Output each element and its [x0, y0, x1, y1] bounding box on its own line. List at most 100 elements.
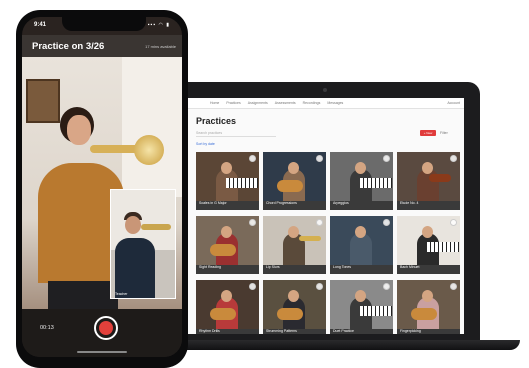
- status-time: 9:41: [34, 22, 47, 28]
- time-available: 17 mins available: [145, 44, 176, 49]
- phone-header: Practice on 3/26 17 mins available: [22, 35, 182, 57]
- nav-messages[interactable]: Messages: [327, 101, 343, 105]
- card-caption: Long Tones: [330, 265, 393, 274]
- card-caption: Lip Slurs: [263, 265, 326, 274]
- nav-account[interactable]: Account: [447, 101, 460, 105]
- teacher-body: [115, 238, 155, 298]
- practice-card[interactable]: Bach Minuet: [397, 216, 460, 274]
- student-head: [422, 162, 433, 174]
- practice-thumbnail: [263, 280, 326, 329]
- practice-card[interactable]: Sight Reading: [196, 216, 259, 274]
- practice-card[interactable]: Rhythm Drills: [196, 280, 259, 334]
- practice-card[interactable]: Lip Slurs: [263, 216, 326, 274]
- page-title: Practices: [196, 116, 237, 126]
- practice-card[interactable]: Strumming Patterns: [263, 280, 326, 334]
- select-checkbox[interactable]: [316, 283, 323, 290]
- practice-card[interactable]: Etude No. 4: [397, 152, 460, 210]
- select-checkbox[interactable]: [316, 219, 323, 226]
- phone-screen: 9:41 ▪▪▪ ◠ ▮ Practice on 3/26 17 mins av…: [22, 17, 182, 357]
- status-icons: ▪▪▪ ◠ ▮: [147, 22, 170, 28]
- sort-link[interactable]: Sort by date: [196, 142, 215, 146]
- student-head: [221, 226, 232, 238]
- new-practice-button[interactable]: + New: [420, 130, 436, 136]
- search-input[interactable]: Search practices: [196, 130, 276, 137]
- select-checkbox[interactable]: [383, 219, 390, 226]
- nav-assessments[interactable]: Assessments: [275, 101, 296, 105]
- guitar-icon: [277, 308, 303, 320]
- recording-controls: 00:13: [22, 309, 182, 357]
- student-head: [355, 226, 366, 238]
- select-checkbox[interactable]: [249, 155, 256, 162]
- card-caption: Scales in G Major: [196, 201, 259, 210]
- student-head: [221, 290, 232, 302]
- player-face: [67, 115, 91, 145]
- card-caption: Rhythm Drills: [196, 329, 259, 334]
- violin-icon: [429, 174, 451, 182]
- laptop-camera: [323, 88, 327, 92]
- nav-assignments[interactable]: Assignments: [248, 101, 268, 105]
- card-caption: Etude No. 4: [397, 201, 460, 210]
- practice-title: Practice on 3/26: [32, 41, 105, 52]
- teacher-video-pip[interactable]: Teacher: [110, 189, 176, 299]
- card-caption: Fingerpicking: [397, 329, 460, 334]
- piano-icon: [427, 242, 459, 252]
- select-checkbox[interactable]: [450, 155, 457, 162]
- select-checkbox[interactable]: [316, 155, 323, 162]
- select-checkbox[interactable]: [383, 283, 390, 290]
- piano-icon: [226, 178, 258, 188]
- home-indicator[interactable]: [77, 351, 127, 353]
- trumpet: [90, 145, 140, 153]
- student-head: [422, 290, 433, 302]
- student-head: [288, 162, 299, 174]
- practice-card[interactable]: Long Tones: [330, 216, 393, 274]
- select-checkbox[interactable]: [450, 219, 457, 226]
- piano-icon: [360, 306, 392, 316]
- student-head: [355, 290, 366, 302]
- record-icon: [99, 321, 113, 335]
- app-nav-bar: Home Practices Assignments Assessments R…: [188, 98, 464, 109]
- card-caption: Arpeggios: [330, 201, 393, 210]
- practice-thumbnail: [263, 216, 326, 265]
- practice-card[interactable]: Scales in G Major: [196, 152, 259, 210]
- practice-thumbnail: [397, 216, 460, 265]
- card-caption: Strumming Patterns: [263, 329, 326, 334]
- guitar-icon: [277, 180, 303, 192]
- practice-card[interactable]: Chord Progressions: [263, 152, 326, 210]
- practice-thumbnail: [196, 280, 259, 329]
- teacher-trumpet: [141, 224, 171, 230]
- trumpet-icon: [299, 236, 321, 241]
- practice-thumbnail: [397, 152, 460, 201]
- guitar-icon: [210, 244, 236, 256]
- phone-notch: [62, 17, 146, 31]
- practice-card[interactable]: Arpeggios: [330, 152, 393, 210]
- practice-card[interactable]: Fingerpicking: [397, 280, 460, 334]
- nav-practices[interactable]: Practices: [226, 101, 240, 105]
- practice-thumbnail: [263, 152, 326, 201]
- student-head: [221, 162, 232, 174]
- recording-timer: 00:13: [40, 325, 54, 331]
- student-head: [288, 290, 299, 302]
- card-caption: Duet Practice: [330, 329, 393, 334]
- select-checkbox[interactable]: [249, 283, 256, 290]
- card-caption: Sight Reading: [196, 265, 259, 274]
- student-head: [422, 226, 433, 238]
- student-head: [288, 226, 299, 238]
- student-head: [355, 162, 366, 174]
- nav-home[interactable]: Home: [210, 101, 219, 105]
- nav-recordings[interactable]: Recordings: [303, 101, 321, 105]
- select-checkbox[interactable]: [249, 219, 256, 226]
- guitar-icon: [411, 308, 437, 320]
- practice-grid: Scales in G Major Chord Progressions Arpeg…: [196, 152, 460, 334]
- practice-thumbnail: [397, 280, 460, 329]
- card-caption: Chord Progressions: [263, 201, 326, 210]
- practice-thumbnail: [330, 152, 393, 201]
- select-checkbox[interactable]: [383, 155, 390, 162]
- filter-button[interactable]: Filter: [440, 131, 448, 135]
- guitar-icon: [210, 308, 236, 320]
- select-checkbox[interactable]: [450, 283, 457, 290]
- laptop-screen: Home Practices Assignments Assessments R…: [188, 98, 464, 334]
- card-caption: Bach Minuet: [397, 265, 460, 274]
- practice-thumbnail: [196, 152, 259, 201]
- practice-card[interactable]: Duet Practice: [330, 280, 393, 334]
- practice-thumbnail: [196, 216, 259, 265]
